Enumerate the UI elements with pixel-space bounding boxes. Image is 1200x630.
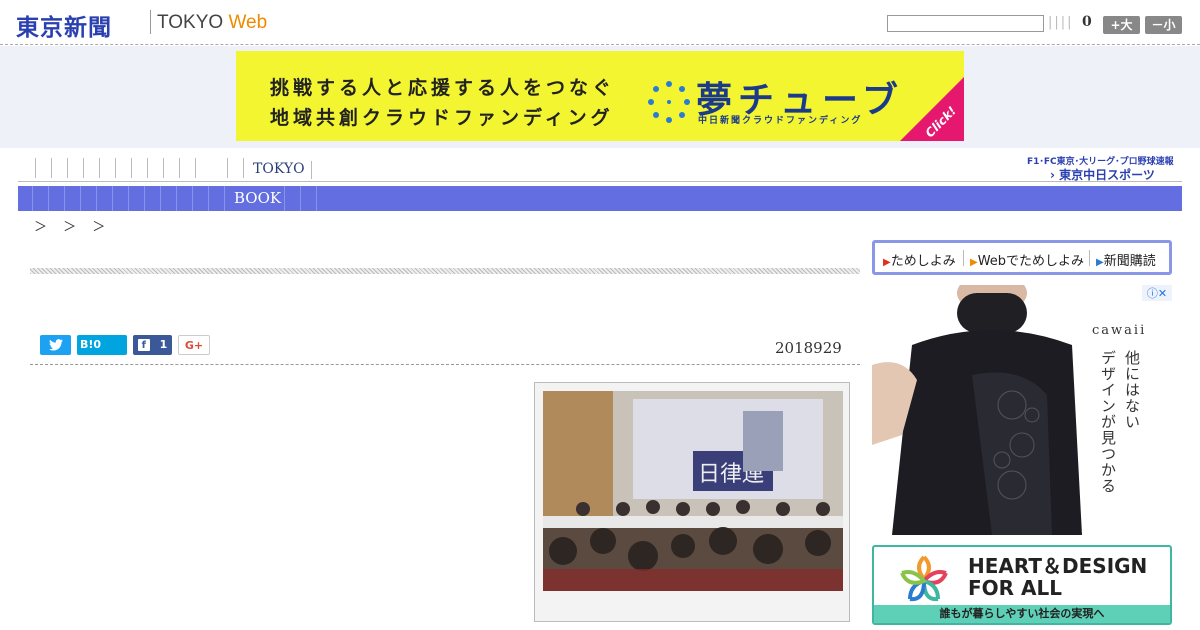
tab-web-trial-read[interactable]: ▶Webでためしよみ [970,250,1084,269]
conference-photo: 日律連 [543,391,843,591]
date-rule [30,364,860,365]
facebook-icon: f [137,339,150,351]
heart-design-caption: 誰もが暮らしやすい社会の実現へ [874,605,1170,623]
section-nav-divider [300,186,301,211]
section-nav-divider [144,186,145,211]
facebook-share-count: 1 [159,338,168,351]
triangle-right-icon: ▶ [970,257,978,268]
section-nav-divider [128,186,129,211]
tab-divider [1089,250,1090,266]
article-date: 2018929 [775,339,842,357]
tab-trial-read[interactable]: ▶ためしよみ [883,250,956,269]
section-nav-divider [64,186,65,211]
region-nav-item[interactable] [100,158,116,178]
section-nav-divider [316,186,317,211]
chunichi-sports-name: 東京中日スポーツ [1059,168,1155,182]
logo-tokyo-text: TOKYO [157,12,224,33]
section-nav [18,186,1182,211]
triangle-right-icon: ▶ [1096,257,1104,268]
region-nav-item[interactable] [164,158,180,178]
hatena-bookmark-button[interactable]: B!0 [77,335,127,355]
cawaii-brand: cawaii [1092,323,1147,338]
heart-design-title-line1: HEART＆DESIGN [968,554,1148,578]
font-smaller-button[interactable]: －小 [1145,16,1182,34]
tab-web-trial-read-label: Webでためしよみ [977,254,1085,269]
region-nav-item[interactable] [196,158,228,178]
ad-info-icon[interactable]: ⓘ✕ [1142,285,1172,301]
logo-divider [150,10,151,34]
region-nav-item[interactable] [52,158,68,178]
banner-brand-sub: 中日新聞クラウドファンディング [698,116,863,126]
section-nav-divider [48,186,49,211]
dot-ring-icon [648,81,690,123]
flower-logo-icon [900,555,948,602]
section-nav-divider [176,186,177,211]
section-nav-divider [80,186,81,211]
nav-book[interactable]: BOOK [234,189,281,207]
region-nav-item[interactable] [84,158,100,178]
section-nav-divider [284,186,285,211]
region-nav-item[interactable] [180,158,196,178]
font-larger-button[interactable]: +大 [1103,16,1140,34]
section-nav-divider [224,186,225,211]
section-nav-divider [96,186,97,211]
region-nav-item[interactable] [228,158,244,178]
section-nav-divider [32,186,33,211]
region-nav-item[interactable] [68,158,84,178]
search-input[interactable] [887,15,1044,32]
tab-trial-read-label: ためしよみ [890,254,956,269]
heart-design-ad[interactable]: HEART＆DESIGN FOR ALL 誰もが暮らしやすい社会の実現へ [872,545,1172,625]
header-counter: 0 [1082,14,1092,30]
chunichi-sports-logo[interactable]: › 東京中日スポーツ [1050,166,1155,183]
title-rule [30,268,860,274]
section-nav-divider [112,186,113,211]
section-nav-divider [208,186,209,211]
heart-design-title-line2: FOR ALL [968,576,1062,600]
region-nav [18,158,1182,182]
region-nav-item[interactable] [116,158,132,178]
subscription-tabs: ▶ためしよみ ▶Webでためしよみ ▶新聞購読 [872,240,1172,275]
article-photo-frame: 日律連 [534,382,850,622]
tab-divider [963,250,964,266]
site-header: 東京新聞 TOKYO Web |||| 0 +大 －小 [0,0,1200,45]
tokyo-web-logo[interactable]: TOKYO Web [157,12,267,34]
breadcrumb[interactable]: ＞ ＞ ＞ [34,216,111,235]
logo-web-text: Web [228,12,268,33]
tab-subscribe-label: 新聞購読 [1103,254,1156,269]
google-plus-share-button[interactable]: G+ [178,335,210,355]
triangle-right-icon: ▶ [883,257,891,268]
cawaii-ad[interactable]: ⓘ✕ cawaii 他にはない デザインが見つかる [872,285,1172,535]
header-link-separators: |||| [1048,15,1074,30]
banner-line1: 挑戦する人と応援する人をつなぐ [270,77,616,99]
ad-copy-col1: 他にはない [1123,350,1141,430]
site-logo[interactable]: 東京新聞 [16,8,112,42]
banner-line2: 地域共創クラウドファンディング [270,107,614,129]
region-nav-item[interactable] [36,158,52,178]
nav-tokyo[interactable]: TOKYO [253,161,305,177]
twitter-icon [48,339,63,351]
region-nav-item[interactable] [18,158,36,178]
region-nav-item[interactable] [148,158,164,178]
twitter-share-button[interactable] [40,335,71,355]
yume-tube-banner-ad[interactable]: 挑戦する人と応援する人をつなぐ 地域共創クラウドファンディング 夢チューブ 中日… [236,51,964,141]
section-nav-divider [160,186,161,211]
heart-design-title: HEART＆DESIGN FOR ALL [968,555,1147,599]
article-photo[interactable]: 日律連 [543,391,843,591]
facebook-share-button[interactable]: f 1 [133,335,172,355]
nav-divider [311,161,312,179]
section-nav-divider [192,186,193,211]
tab-subscribe[interactable]: ▶新聞購読 [1096,250,1156,269]
model-photo [872,285,1082,535]
region-nav-item[interactable] [132,158,148,178]
ad-copy-col2: デザインが見つかる [1099,350,1117,494]
